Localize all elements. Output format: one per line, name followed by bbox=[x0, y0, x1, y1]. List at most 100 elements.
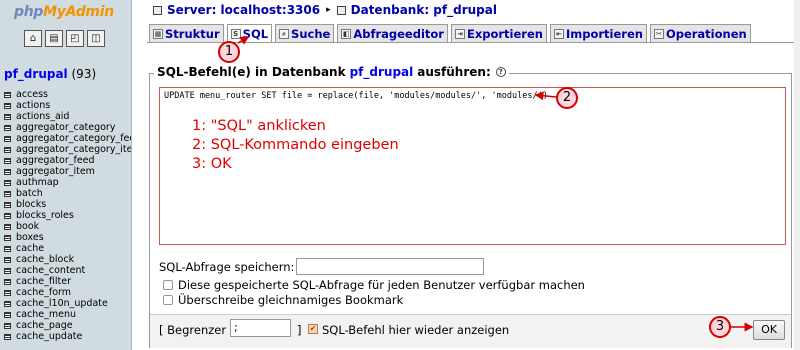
table-list-item[interactable]: cache_l10n_update bbox=[4, 298, 131, 309]
tab-operationen[interactable]: ✂ Operationen bbox=[649, 24, 751, 42]
tab-suche[interactable]: ⌕ Suche bbox=[275, 24, 335, 42]
breadcrumb-database[interactable]: Datenbank: pf_drupal bbox=[351, 3, 497, 17]
table-icon[interactable] bbox=[4, 124, 11, 131]
instruction-step-3: 3: OK bbox=[192, 156, 232, 172]
table-icon[interactable] bbox=[4, 157, 11, 164]
table-list-item[interactable]: batch bbox=[4, 188, 131, 199]
table-name[interactable]: aggregator_category bbox=[16, 122, 115, 133]
table-icon[interactable] bbox=[4, 278, 11, 285]
docs-icon[interactable]: ◫ bbox=[87, 30, 105, 47]
tab-importieren[interactable]: ⇤ Importieren bbox=[549, 24, 647, 42]
table-name[interactable]: blocks bbox=[16, 199, 46, 210]
table-list-item[interactable]: book bbox=[4, 221, 131, 232]
table-list-item[interactable]: aggregator_category bbox=[4, 122, 131, 133]
table-icon[interactable] bbox=[4, 135, 11, 142]
table-icon[interactable] bbox=[4, 322, 11, 329]
table-name[interactable]: access bbox=[16, 89, 48, 100]
table-list-item[interactable]: actions_aid bbox=[4, 111, 131, 122]
save-query-input[interactable] bbox=[296, 258, 484, 275]
phpmyadmin-logo[interactable]: phpMyAdmin bbox=[14, 4, 114, 20]
table-list-item[interactable]: cache_form bbox=[4, 287, 131, 298]
table-icon[interactable] bbox=[4, 91, 11, 98]
home-icon[interactable]: ⌂ bbox=[24, 30, 42, 47]
table-list-item[interactable]: blocks_roles bbox=[4, 210, 131, 221]
table-name[interactable]: book bbox=[16, 221, 39, 232]
table-name[interactable]: cache_update bbox=[16, 331, 82, 342]
table-name[interactable]: actions bbox=[16, 100, 50, 111]
table-name[interactable]: aggregator_item bbox=[16, 166, 95, 177]
table-list-item[interactable]: aggregator_category_iter bbox=[4, 144, 131, 155]
tab-label: Abfrageeditor bbox=[353, 26, 444, 41]
table-icon[interactable] bbox=[4, 179, 11, 186]
table-name[interactable]: authmap bbox=[16, 177, 59, 188]
show-query-checkbox[interactable]: ✔ bbox=[308, 324, 318, 334]
table-list-item[interactable]: aggregator_category_fee bbox=[4, 133, 131, 144]
table-name[interactable]: cache_filter bbox=[16, 276, 71, 287]
table-name[interactable]: aggregator_category_fee bbox=[16, 133, 131, 144]
table-name[interactable]: aggregator_feed bbox=[16, 155, 95, 166]
table-list-item[interactable]: aggregator_item bbox=[4, 166, 131, 177]
table-list-item[interactable]: aggregator_feed bbox=[4, 155, 131, 166]
table-list-item[interactable]: access bbox=[4, 89, 131, 100]
table-name[interactable]: cache_form bbox=[16, 287, 71, 298]
breadcrumb-server[interactable]: Server: localhost:3306 bbox=[167, 3, 320, 17]
table-name[interactable]: cache_content bbox=[16, 265, 85, 276]
table-icon[interactable] bbox=[4, 267, 11, 274]
table-icon[interactable] bbox=[4, 300, 11, 307]
table-icon[interactable] bbox=[4, 245, 11, 252]
table-name[interactable]: cache bbox=[16, 243, 44, 254]
table-list-item[interactable]: cache_update bbox=[4, 331, 131, 342]
table-icon[interactable] bbox=[4, 234, 11, 241]
table-icon[interactable] bbox=[4, 289, 11, 296]
table-list-item[interactable]: cache_page bbox=[4, 320, 131, 331]
tab-struktur[interactable]: ▦ Struktur bbox=[149, 24, 224, 42]
delimiter-input[interactable]: ; bbox=[230, 319, 291, 337]
ok-button[interactable]: OK bbox=[753, 320, 785, 340]
table-name[interactable]: blocks_roles bbox=[16, 210, 74, 221]
table-icon[interactable] bbox=[4, 102, 11, 109]
table-icon[interactable] bbox=[4, 333, 11, 340]
breadcrumb: Server: localhost:3306 ▸ Datenbank: pf_d… bbox=[153, 3, 497, 17]
table-list-item[interactable]: cache bbox=[4, 243, 131, 254]
table-icon[interactable] bbox=[4, 212, 11, 219]
table-list-item[interactable]: blocks bbox=[4, 199, 131, 210]
table-name[interactable]: cache_block bbox=[16, 254, 74, 265]
table-list-item[interactable]: boxes bbox=[4, 232, 131, 243]
table-icon[interactable] bbox=[4, 113, 11, 120]
tab-sql[interactable]: S SQL bbox=[226, 24, 273, 42]
sql-icon[interactable]: ▤ bbox=[45, 30, 63, 47]
table-list-item[interactable]: actions bbox=[4, 100, 131, 111]
table-list-item[interactable]: cache_content bbox=[4, 265, 131, 276]
table-name[interactable]: cache_menu bbox=[16, 309, 76, 320]
table-icon[interactable] bbox=[4, 256, 11, 263]
help-icon[interactable]: ? bbox=[495, 67, 506, 77]
tab-exportieren[interactable]: ⇥ Exportieren bbox=[450, 24, 547, 42]
table-list-item[interactable]: authmap bbox=[4, 177, 131, 188]
query-window-icon[interactable]: ◰ bbox=[66, 30, 84, 47]
table-name[interactable]: aggregator_category_iter bbox=[16, 144, 131, 155]
vertical-scrollbar[interactable] bbox=[794, 0, 800, 350]
table-icon[interactable] bbox=[4, 146, 11, 153]
table-list-item[interactable]: cache_menu bbox=[4, 309, 131, 320]
table-icon[interactable] bbox=[4, 190, 11, 197]
table-name[interactable]: cache_page bbox=[16, 320, 73, 331]
table-name[interactable]: cache_l10n_update bbox=[16, 298, 108, 309]
overwrite-checkbox[interactable] bbox=[163, 295, 173, 305]
table-name[interactable]: actions_aid bbox=[16, 111, 69, 122]
table-count: (93) bbox=[71, 67, 97, 81]
table-name[interactable]: boxes bbox=[16, 232, 44, 243]
table-list-item[interactable]: cache_block bbox=[4, 254, 131, 265]
table-list-item[interactable]: cache_filter bbox=[4, 276, 131, 287]
database-link[interactable]: pf_drupal bbox=[4, 67, 68, 81]
table-icon[interactable] bbox=[4, 168, 11, 175]
table-icon[interactable] bbox=[4, 201, 11, 208]
table-icon[interactable] bbox=[4, 311, 11, 318]
legend-suffix: ausführen: bbox=[417, 65, 491, 79]
table-name[interactable]: batch bbox=[16, 188, 43, 199]
tab-abfrageeditor[interactable]: ◧ Abfrageeditor bbox=[337, 24, 448, 42]
share-checkbox[interactable] bbox=[163, 280, 173, 290]
sql-query-textarea[interactable]: UPDATE menu_router SET file = replace(fi… bbox=[159, 87, 786, 245]
table-icon[interactable] bbox=[4, 223, 11, 230]
legend-db-link[interactable]: pf_drupal bbox=[350, 65, 414, 79]
legend-prefix: SQL-Befehl(e) in Datenbank bbox=[157, 65, 346, 79]
